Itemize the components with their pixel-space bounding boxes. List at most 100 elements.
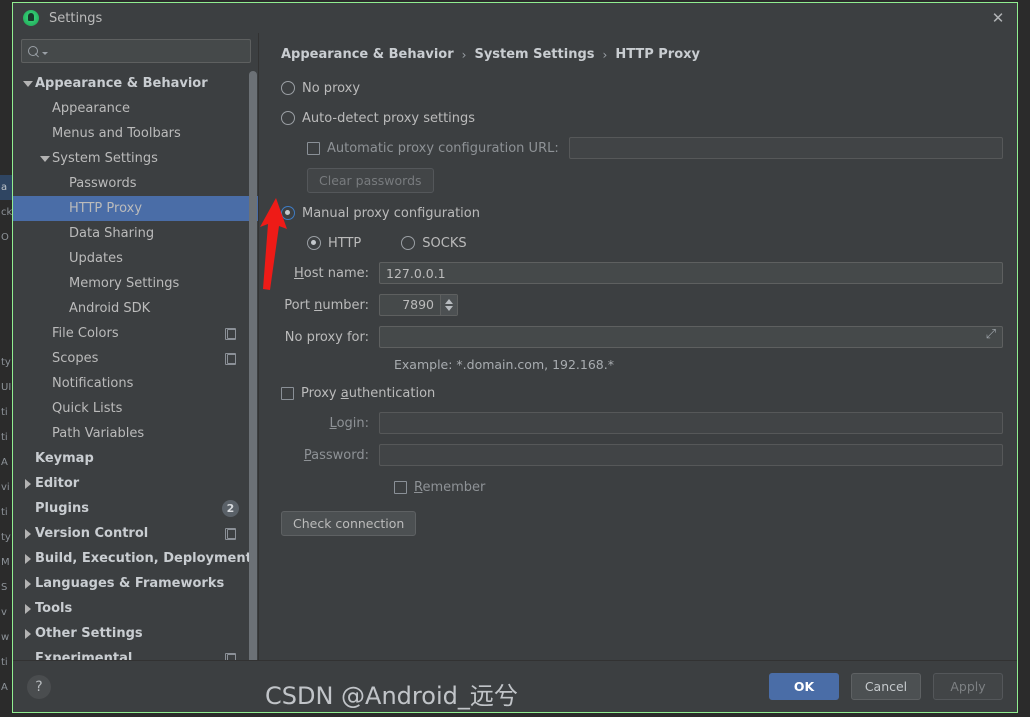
clear-passwords-button[interactable]: Clear passwords [307, 168, 434, 193]
cancel-button[interactable]: Cancel [851, 673, 921, 700]
sidebar-item-languages-frameworks[interactable]: Languages & Frameworks [13, 571, 259, 596]
sidebar-item-build-execution-deployment[interactable]: Build, Execution, Deployment [13, 546, 259, 571]
chevron-right-icon[interactable] [21, 521, 35, 546]
sidebar-scrollbar[interactable] [249, 71, 257, 660]
sidebar-item-path-variables[interactable]: Path Variables [13, 421, 259, 446]
apply-button[interactable]: Apply [933, 673, 1003, 700]
chevron-down-icon[interactable] [21, 71, 35, 96]
manual-proxy-row[interactable]: Manual proxy configuration [281, 201, 1003, 225]
sidebar-item-passwords[interactable]: Passwords [13, 171, 259, 196]
manual-proxy-label: Manual proxy configuration [302, 205, 480, 221]
proxy-auth-row: Proxy authentication [281, 381, 1003, 405]
sidebar-item-data-sharing[interactable]: Data Sharing [13, 221, 259, 246]
sidebar-item-system-settings[interactable]: System Settings [13, 146, 259, 171]
chevron-right-icon[interactable] [21, 596, 35, 621]
sidebar-item-tools[interactable]: Tools [13, 596, 259, 621]
remember-checkbox[interactable] [394, 480, 407, 494]
sidebar-item-file-colors[interactable]: File Colors [13, 321, 259, 346]
auto-url-checkbox[interactable] [307, 141, 320, 155]
ok-button[interactable]: OK [769, 673, 839, 700]
chevron-down-icon[interactable] [38, 146, 52, 171]
sidebar-item-appearance-behavior[interactable]: Appearance & Behavior [13, 71, 259, 96]
check-connection-button[interactable]: Check connection [281, 511, 417, 536]
port-number-value[interactable]: 7890 [380, 295, 440, 315]
chevron-right-icon[interactable] [21, 471, 35, 496]
dialog-footer: ? OK Cancel Apply [13, 660, 1017, 712]
breadcrumb-separator: › [602, 47, 608, 62]
auto-url-input[interactable] [568, 137, 1003, 159]
sidebar-item-memory-settings[interactable]: Memory Settings [13, 271, 259, 296]
sidebar-item-plugins[interactable]: Plugins 2 [13, 496, 259, 521]
copy-icon[interactable] [224, 352, 237, 365]
sidebar-item-menus-and-toolbars[interactable]: Menus and Toolbars [13, 121, 259, 146]
settings-tree-scroll: Appearance & Behavior Appearance Menus and… [13, 71, 259, 660]
no-proxy-row[interactable]: No proxy [281, 76, 1003, 100]
breadcrumb: Appearance & Behavior › System Settings › HT… [281, 47, 1003, 62]
sidebar-item-label: Appearance & Behavior [35, 76, 208, 91]
socks-radio[interactable] [401, 236, 416, 250]
auto-url-label: Automatic proxy configuration URL: [327, 140, 559, 156]
auto-detect-radio[interactable] [281, 111, 295, 125]
sidebar-item-other-settings[interactable]: Other Settings [13, 621, 259, 646]
sidebar-item-label: Android SDK [69, 301, 151, 316]
chevron-right-icon[interactable] [21, 621, 35, 646]
sidebar-item-keymap[interactable]: Keymap [13, 446, 259, 471]
breadcrumb-separator: › [461, 47, 467, 62]
host-name-row: Host name: 127.0.0.1 [281, 261, 1003, 285]
proxy-auth-checkbox[interactable] [281, 386, 294, 400]
password-input[interactable] [379, 444, 1003, 466]
sidebar-item-experimental[interactable]: Experimental [13, 646, 259, 660]
dialog-body: Appearance & Behavior Appearance Menus and… [13, 33, 1017, 660]
login-row: Login: [281, 411, 1003, 435]
copy-icon[interactable] [224, 327, 237, 340]
port-number-label: Port number: [284, 297, 369, 313]
sidebar-item-updates[interactable]: Updates [13, 246, 259, 271]
sidebar-item-http-proxy[interactable]: HTTP Proxy [13, 196, 259, 221]
expand-icon[interactable] [983, 327, 996, 344]
proxy-auth-label: Proxy authentication [301, 385, 436, 401]
auto-detect-row[interactable]: Auto-detect proxy settings [281, 106, 1003, 130]
no-proxy-label: No proxy [302, 80, 361, 96]
close-icon[interactable]: ✕ [989, 10, 1007, 28]
manual-proxy-radio[interactable] [281, 206, 295, 220]
host-name-input[interactable]: 127.0.0.1 [379, 262, 1003, 284]
sidebar-item-label: Experimental [35, 651, 133, 660]
sidebar-item-label: Scopes [52, 351, 99, 366]
spinner-arrows-icon[interactable] [440, 295, 457, 315]
port-number-stepper[interactable]: 7890 [379, 294, 458, 316]
sidebar-item-label: Editor [35, 476, 80, 491]
chevron-right-icon[interactable] [21, 546, 35, 571]
search-box[interactable] [21, 39, 251, 63]
sidebar-item-label: Path Variables [52, 426, 145, 441]
http-radio[interactable] [307, 236, 321, 250]
sidebar-item-label: Updates [69, 251, 123, 266]
sidebar-item-editor[interactable]: Editor [13, 471, 259, 496]
no-proxy-radio[interactable] [281, 81, 295, 95]
sidebar-item-android-sdk[interactable]: Android SDK [13, 296, 259, 321]
sidebar-item-notifications[interactable]: Notifications [13, 371, 259, 396]
sidebar-item-appearance[interactable]: Appearance [13, 96, 259, 121]
search-input[interactable] [48, 44, 244, 58]
login-input[interactable] [379, 412, 1003, 434]
sidebar-item-scopes[interactable]: Scopes [13, 346, 259, 371]
sidebar-item-label: Other Settings [35, 626, 143, 641]
sidebar-item-quick-lists[interactable]: Quick Lists [13, 396, 259, 421]
android-studio-logo-icon [23, 10, 39, 26]
sidebar-item-version-control[interactable]: Version Control [13, 521, 259, 546]
chevron-right-icon[interactable] [21, 571, 35, 596]
help-button[interactable]: ? [27, 674, 51, 699]
copy-icon[interactable] [224, 652, 237, 660]
http-label: HTTP [328, 235, 362, 251]
footer-buttons: OK Cancel Apply [769, 673, 1003, 700]
no-proxy-for-input[interactable] [379, 326, 1003, 348]
copy-icon[interactable] [224, 527, 237, 540]
auto-detect-label: Auto-detect proxy settings [302, 110, 476, 126]
